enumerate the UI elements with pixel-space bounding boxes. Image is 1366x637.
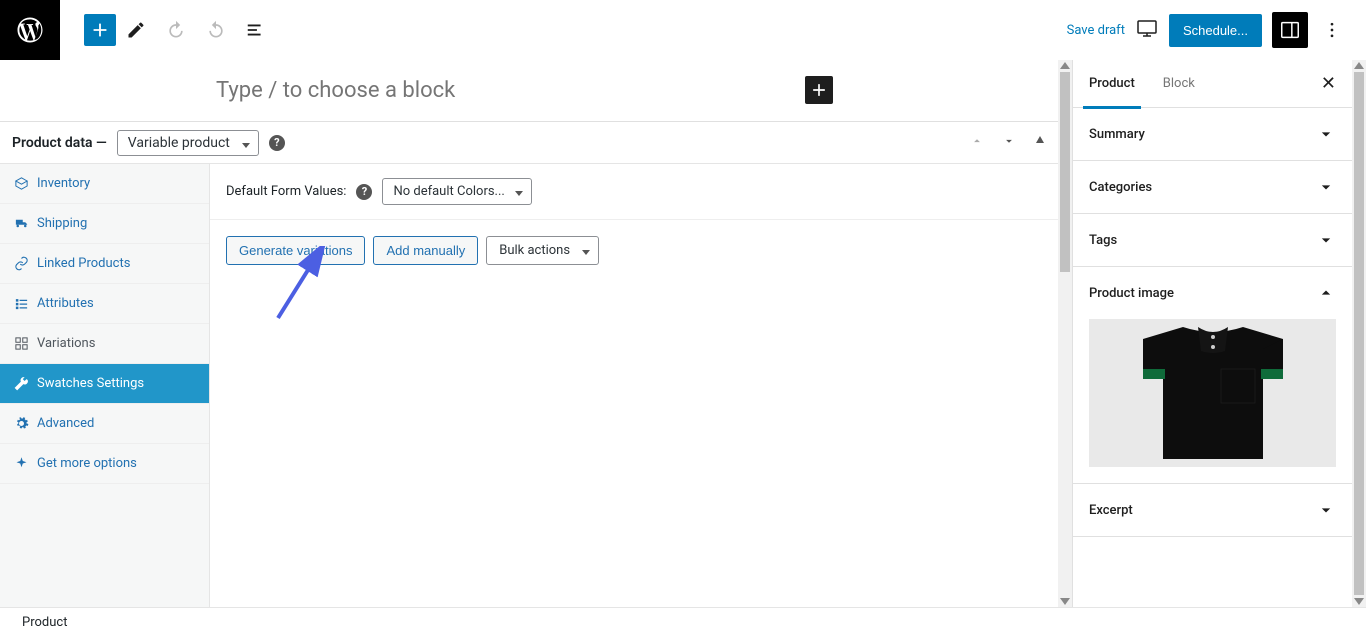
document-overview-icon[interactable]	[236, 10, 276, 50]
footer-breadcrumb: Product	[0, 607, 1366, 637]
grid-icon	[14, 336, 29, 351]
block-placeholder[interactable]: Type / to choose a block	[216, 78, 455, 103]
panel-title: Product image	[1089, 286, 1174, 301]
product-data-header: Product data — Variable product ?	[0, 122, 1058, 164]
gear-icon	[14, 416, 29, 431]
list-icon	[14, 296, 29, 311]
editor-scrollbar[interactable]	[1058, 60, 1072, 607]
sidebar-tab-block[interactable]: Block	[1163, 60, 1195, 108]
breadcrumb[interactable]: Product	[22, 615, 67, 630]
preview-device-icon[interactable]	[1135, 16, 1159, 44]
panel-product-image[interactable]: Product image	[1073, 267, 1352, 319]
panel-title: Excerpt	[1089, 503, 1133, 518]
panel-title: Summary	[1089, 127, 1145, 142]
annotation-arrow	[270, 246, 330, 326]
sidebar-tab-product[interactable]: Product	[1089, 60, 1135, 108]
tab-advanced[interactable]: Advanced	[0, 404, 209, 444]
wordpress-logo[interactable]	[0, 0, 60, 60]
redo-icon[interactable]	[196, 10, 236, 50]
chevron-down-icon	[1316, 500, 1336, 520]
panel-down-icon[interactable]	[1002, 134, 1016, 152]
chevron-up-icon	[1316, 283, 1336, 303]
save-draft-link[interactable]: Save draft	[1067, 23, 1125, 38]
truck-icon	[14, 216, 29, 231]
tab-label: Attributes	[37, 296, 94, 311]
block-insert-button[interactable]	[84, 14, 116, 46]
tab-attributes[interactable]: Attributes	[0, 284, 209, 324]
product-data-tabs: Inventory Shipping Linked Products Attri…	[0, 164, 210, 607]
product-data-label: Product data —	[12, 135, 107, 151]
panel-toggle-icon[interactable]	[1034, 134, 1046, 152]
tab-get-more-options[interactable]: Get more options	[0, 444, 209, 484]
tab-label: Advanced	[37, 416, 94, 431]
tab-swatches-settings[interactable]: Swatches Settings	[0, 364, 209, 404]
bulk-actions-select[interactable]: Bulk actions	[486, 236, 599, 265]
close-icon[interactable]: ✕	[1321, 73, 1336, 94]
chevron-down-icon	[1316, 177, 1336, 197]
settings-panel-toggle[interactable]	[1272, 12, 1308, 48]
help-icon[interactable]: ?	[356, 184, 372, 200]
wrench-icon	[14, 376, 29, 391]
tab-label: Shipping	[37, 216, 87, 231]
more-options-icon[interactable]	[1318, 20, 1346, 40]
tab-inventory[interactable]: Inventory	[0, 164, 209, 204]
add-block-button[interactable]	[805, 76, 833, 104]
tab-shipping[interactable]: Shipping	[0, 204, 209, 244]
product-image-thumbnail[interactable]	[1089, 319, 1336, 467]
edit-tool-icon[interactable]	[116, 10, 156, 50]
tab-label: Linked Products	[37, 256, 130, 271]
tab-label: Inventory	[37, 176, 90, 191]
chevron-down-icon	[1316, 124, 1336, 144]
product-type-select[interactable]: Variable product	[117, 130, 259, 156]
tab-label: Get more options	[37, 456, 137, 471]
panel-up-icon[interactable]	[970, 134, 984, 152]
tab-label: Variations	[37, 336, 95, 351]
link-icon	[14, 256, 29, 271]
panel-excerpt[interactable]: Excerpt	[1073, 484, 1352, 536]
default-form-values-label: Default Form Values:	[226, 184, 346, 199]
panel-title: Tags	[1089, 233, 1117, 248]
box-icon	[14, 176, 29, 191]
panel-title: Categories	[1089, 180, 1152, 195]
tab-linked-products[interactable]: Linked Products	[0, 244, 209, 284]
sidebar-scrollbar[interactable]	[1352, 60, 1366, 607]
settings-sidebar: Product Block ✕ Summary Categories Tags	[1072, 60, 1352, 607]
default-form-select[interactable]: No default Colors...	[382, 178, 531, 205]
variations-panel: Default Form Values: ? No default Colors…	[210, 164, 1058, 607]
panel-summary[interactable]: Summary	[1073, 108, 1352, 160]
add-manually-button[interactable]: Add manually	[373, 236, 478, 265]
panel-tags[interactable]: Tags	[1073, 214, 1352, 266]
undo-icon[interactable]	[156, 10, 196, 50]
tab-label: Swatches Settings	[37, 376, 144, 391]
spark-icon	[14, 456, 29, 471]
editor-top-bar: Save draft Schedule...	[0, 0, 1366, 60]
chevron-down-icon	[1316, 230, 1336, 250]
panel-categories[interactable]: Categories	[1073, 161, 1352, 213]
help-icon[interactable]: ?	[269, 135, 285, 151]
schedule-button[interactable]: Schedule...	[1169, 14, 1262, 47]
tab-variations[interactable]: Variations	[0, 324, 209, 364]
editor-area: Type / to choose a block Product data — …	[0, 60, 1058, 607]
